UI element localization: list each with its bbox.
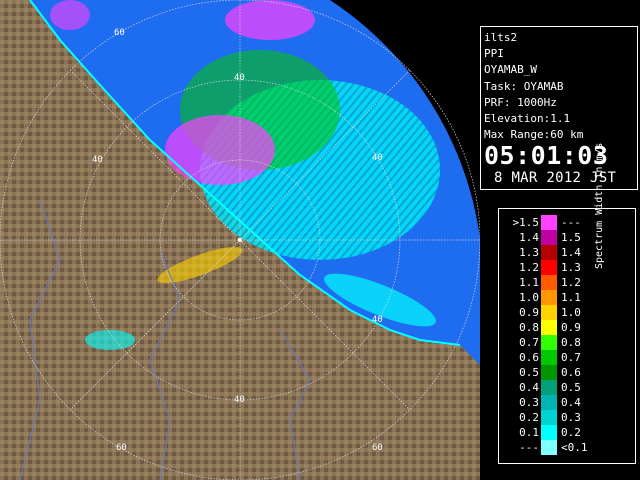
legend-color-swatch: [541, 230, 557, 245]
legend-high-value: 1.1: [561, 291, 581, 304]
range-label: 40: [372, 315, 383, 325]
elevation-value: Elevation:1.1: [484, 112, 571, 126]
legend-row: 0.2 0.3: [499, 410, 635, 425]
legend-color-swatch: [541, 335, 557, 350]
legend-row: 0.1 0.2: [499, 425, 635, 440]
legend-title: Spectrum Width in m/s: [594, 142, 605, 269]
legend-color-swatch: [541, 440, 557, 455]
legend-high-value: 1.0: [561, 306, 581, 319]
legend-row: 0.9 1.0: [499, 305, 635, 320]
legend-low-value: >1.5: [512, 216, 540, 229]
legend-low-value: 0.7: [519, 336, 539, 349]
legend-low-value: 1.1: [519, 276, 539, 289]
legend-low-value: 0.2: [519, 411, 539, 424]
legend-high-value: 0.3: [561, 411, 581, 424]
range-label: 40: [92, 155, 103, 165]
legend-color-swatch: [541, 275, 557, 290]
legend-high-value: 0.4: [561, 396, 581, 409]
legend-low-value: 1.4: [519, 231, 539, 244]
scan-date: 8 MAR 2012 JST: [494, 170, 617, 187]
legend-low-value: 1.3: [519, 246, 539, 259]
range-label: 40: [234, 73, 245, 83]
legend-row: 0.5 0.6: [499, 365, 635, 380]
legend-row: 1.0 1.1: [499, 290, 635, 305]
legend-row: >1.5 ---: [499, 215, 635, 230]
legend-low-value: 0.4: [519, 381, 539, 394]
task-name: Task: OYAMAB: [484, 79, 564, 93]
legend-color-swatch: [541, 395, 557, 410]
legend-row: 0.8 0.9: [499, 320, 635, 335]
spectrum-width-legend: >1.5 --- 1.4 1.5 1.3 1.4 1.2 1.3 1.1 1.2 1.0 1.1 0.9…: [498, 143, 636, 464]
legend-low-value: 0.9: [519, 306, 539, 319]
legend-low-value: 0.6: [519, 351, 539, 364]
legend-color-swatch: [541, 305, 557, 320]
legend-row: --- <0.1: [499, 440, 635, 455]
legend-color-swatch: [541, 290, 557, 305]
legend-low-value: 1.0: [519, 291, 539, 304]
legend-color-swatch: [541, 245, 557, 260]
scan-time: 05:01:03: [484, 141, 609, 171]
radar-site-marker: [238, 238, 242, 242]
legend-high-value: 0.9: [561, 321, 581, 334]
legend-low-value: 0.1: [519, 426, 539, 439]
legend-color-swatch: [541, 380, 557, 395]
range-label: 60: [372, 443, 383, 453]
legend-row: 1.2 1.3: [499, 260, 635, 275]
legend-color-swatch: [541, 425, 557, 440]
legend-high-value: <0.1: [561, 441, 588, 454]
legend-row: 0.3 0.4: [499, 395, 635, 410]
legend-low-value: 0.8: [519, 321, 539, 334]
legend-row: 0.6 0.7: [499, 350, 635, 365]
legend-high-value: 1.2: [561, 276, 581, 289]
legend-high-value: 0.5: [561, 381, 581, 394]
scan-mode: PPI: [484, 47, 504, 61]
legend-high-value: 0.6: [561, 366, 581, 379]
legend-color-swatch: [541, 350, 557, 365]
legend-low-value: 0.5: [519, 366, 539, 379]
legend-low-value: 0.3: [519, 396, 539, 409]
legend-color-swatch: [541, 215, 557, 230]
legend-color-swatch: [541, 410, 557, 425]
range-label: 40: [234, 395, 245, 405]
legend-color-swatch: [541, 320, 557, 335]
range-label: 60: [116, 443, 127, 453]
legend-row: 1.3 1.4: [499, 245, 635, 260]
legend-color-swatch: [541, 260, 557, 275]
legend-high-value: 0.8: [561, 336, 581, 349]
range-label: 60: [114, 28, 125, 38]
legend-row: 1.4 1.5: [499, 230, 635, 245]
radar-info-panel: ilts2 PPI OYAMAB_W Task: OYAMAB PRF: 100…: [480, 26, 638, 190]
legend-row: 0.7 0.8: [499, 335, 635, 350]
legend-high-value: 0.2: [561, 426, 581, 439]
prf-value: PRF: 1000Hz: [484, 95, 557, 109]
range-label: 40: [372, 153, 383, 163]
legend-row: 1.1 1.2: [499, 275, 635, 290]
legend-low-value: ---: [519, 441, 539, 454]
legend-row: 0.4 0.5: [499, 380, 635, 395]
legend-low-value: 1.2: [519, 261, 539, 274]
legend-high-value: 0.7: [561, 351, 581, 364]
site-name: ilts2: [484, 31, 518, 44]
product-name: OYAMAB_W: [484, 63, 537, 77]
radar-ppi-display[interactable]: 60 40 40 40 40 40 60 60: [0, 0, 480, 480]
legend-color-swatch: [541, 365, 557, 380]
